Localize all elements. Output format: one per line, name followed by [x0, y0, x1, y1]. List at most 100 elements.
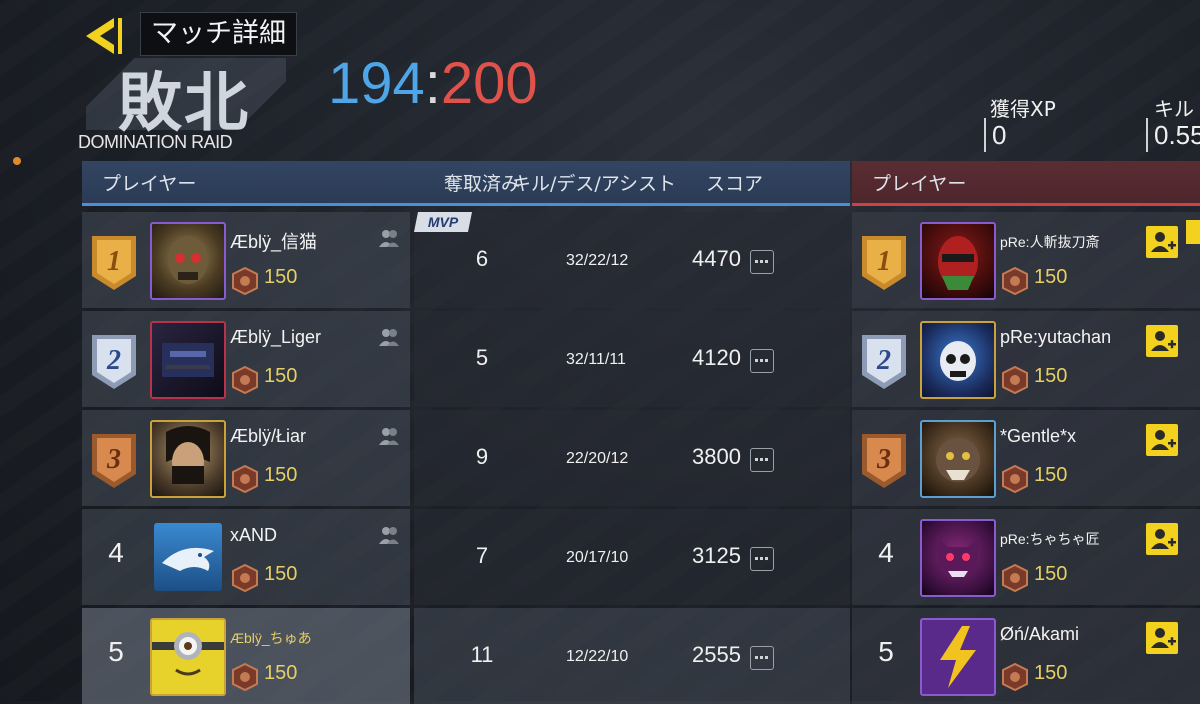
col-kda: キル/デス/アシスト — [512, 173, 677, 195]
table-row[interactable]: 5 Øń/Akami 150 — [852, 608, 1200, 704]
page-title: マッチ詳細 — [140, 12, 297, 56]
blue-team-header: プレイヤー 奪取済み キル/デス/アシスト スコア — [82, 161, 850, 206]
rank-3-bronze-badge-icon: 3 — [92, 434, 136, 488]
player-level: 150 — [264, 464, 298, 486]
kda-value: 12/22/10 — [566, 648, 629, 665]
shark-avatar — [154, 523, 222, 591]
score-value: 4120 — [692, 345, 741, 370]
level-emblem-icon — [232, 365, 258, 395]
level-emblem-icon — [232, 464, 258, 494]
score-separator: : — [424, 51, 441, 116]
player-level: 150 — [1034, 464, 1068, 486]
svg-text:2: 2 — [106, 345, 121, 376]
level-emblem-icon — [1002, 662, 1028, 692]
svg-text:3: 3 — [106, 444, 121, 475]
col-captures: 奪取済み — [444, 173, 521, 195]
more-options-button[interactable] — [750, 250, 774, 274]
level-emblem-icon — [1002, 464, 1028, 494]
player-name: Æblÿ_信猫 — [230, 232, 318, 252]
add-friend-button[interactable] — [1146, 226, 1178, 258]
player-name: Æblÿ/Łiar — [230, 426, 307, 446]
score-theirs: 200 — [440, 51, 538, 116]
table-row[interactable]: 4 pRe:ちゃちゃ匠 150 — [852, 509, 1200, 605]
add-friend-icon — [1151, 232, 1176, 252]
player-name: Æblÿ_Liger — [230, 327, 322, 347]
add-friend-icon — [1151, 430, 1176, 450]
more-options-button[interactable] — [750, 646, 774, 670]
table-row[interactable]: 3 Æblÿ/Łiar 150 9 22/20/12 3800 — [82, 410, 850, 506]
player-level: 150 — [264, 266, 298, 288]
svg-text:MVP: MVP — [428, 214, 459, 230]
table-row[interactable]: 2 pRe:yutachan 150 — [852, 311, 1200, 407]
beast-avatar — [920, 420, 996, 498]
minion-avatar — [150, 618, 226, 696]
red-ninja-avatar — [920, 222, 996, 300]
player-name: xAND — [230, 525, 278, 545]
notification-dot — [13, 157, 21, 165]
party-members-icon — [379, 230, 399, 247]
rank-number: 5 — [108, 636, 124, 667]
rank-1-gold-badge-icon: 1 — [862, 236, 906, 290]
player-name: Æblÿ_ちゅあ — [230, 630, 312, 646]
player-name: pRe:人斬抜刀斎 — [1000, 234, 1100, 250]
kda-value: 32/22/12 — [566, 252, 629, 269]
score-value: 3800 — [692, 444, 741, 469]
table-row[interactable]: 1 pRe:人斬抜刀斎 150 — [852, 212, 1200, 308]
party-members-icon — [379, 527, 399, 544]
add-friend-button[interactable] — [1146, 325, 1178, 357]
level-emblem-icon — [232, 563, 258, 593]
lightning-avatar — [920, 618, 996, 696]
player-level: 150 — [1034, 662, 1068, 684]
score-value: 2555 — [692, 642, 741, 667]
game-mode: DOMINATION RAID — [78, 132, 233, 152]
add-friend-button[interactable] — [1146, 424, 1178, 456]
rank-2-silver-badge-icon: 2 — [862, 335, 906, 389]
player-name: pRe:yutachan — [1000, 327, 1112, 347]
table-row-self[interactable]: 5 Æblÿ_ちゅあ 150 11 12/22/10 2555 — [82, 608, 850, 704]
table-row[interactable]: 4 xAND 150 7 20/17/10 3125 — [82, 509, 850, 605]
add-friend-icon — [1151, 529, 1176, 549]
more-options-button[interactable] — [750, 349, 774, 373]
match-score: 194:200 — [328, 52, 538, 116]
captures-value: 5 — [475, 345, 489, 370]
party-members-icon — [379, 428, 399, 445]
rank-1-gold-badge-icon: 1 — [92, 236, 136, 290]
level-emblem-icon — [232, 266, 258, 296]
level-emblem-icon — [1002, 563, 1028, 593]
table-row[interactable]: 1 Æblÿ_信猫 150 MVP 6 32/22/12 4470 — [82, 212, 850, 308]
add-friend-button[interactable] — [1146, 622, 1178, 654]
captures-value: 6 — [475, 246, 489, 271]
rank-3-bronze-badge-icon: 3 — [862, 434, 906, 488]
skull-mask-avatar — [150, 222, 226, 300]
more-options-button[interactable] — [750, 547, 774, 571]
level-emblem-icon — [1002, 365, 1028, 395]
score-value: 4470 — [692, 246, 741, 271]
party-members-icon — [379, 329, 399, 346]
svg-text:1: 1 — [107, 246, 121, 277]
add-friend-button[interactable] — [1146, 523, 1178, 555]
rank-number: 5 — [878, 636, 894, 667]
masked-woman-avatar — [150, 420, 226, 498]
rank-2-silver-badge-icon: 2 — [92, 335, 136, 389]
player-level: 150 — [264, 563, 298, 585]
table-row[interactable]: 3 *Gentle*x 150 — [852, 410, 1200, 506]
player-level: 150 — [264, 662, 298, 684]
level-emblem-icon — [1002, 266, 1028, 296]
red-team-header: プレイヤー — [852, 161, 1200, 206]
edge-marker — [1186, 220, 1200, 244]
player-name: pRe:ちゃちゃ匠 — [1000, 531, 1100, 547]
purple-demon-avatar — [920, 519, 996, 597]
add-friend-icon — [1151, 331, 1176, 351]
add-friend-icon — [1151, 628, 1176, 648]
more-options-button[interactable] — [750, 448, 774, 472]
player-name: Øń/Akami — [1000, 624, 1080, 644]
player-level: 150 — [1034, 563, 1068, 585]
kda-value: 32/11/11 — [566, 351, 626, 368]
kda-value: 20/17/10 — [566, 549, 629, 566]
table-row[interactable]: 2 Æblÿ_Liger 150 5 32/11/11 4120 — [82, 311, 850, 407]
kill-ratio-value: 0.55 — [1146, 118, 1200, 152]
col-player: プレイヤー — [102, 173, 197, 195]
col-score: スコア — [706, 173, 764, 195]
captures-value: 7 — [475, 543, 489, 568]
col-player-red: プレイヤー — [872, 173, 967, 195]
